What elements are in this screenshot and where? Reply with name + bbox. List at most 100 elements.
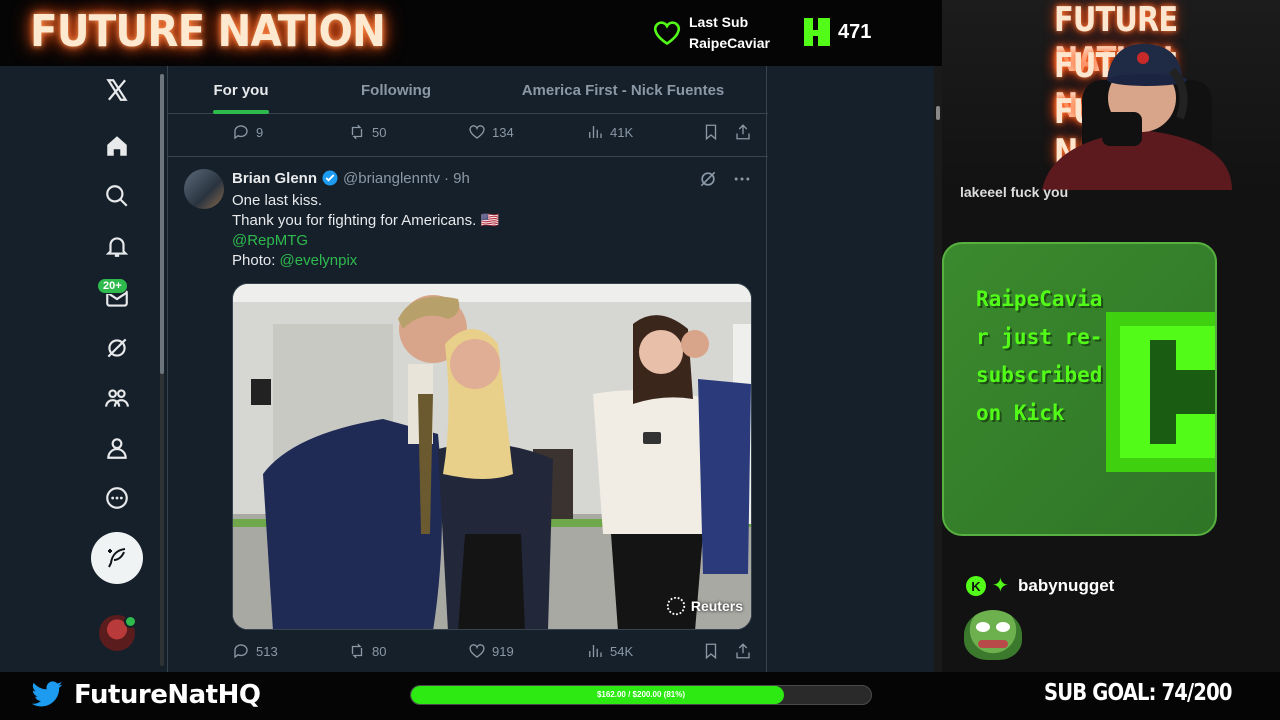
last-sub-label: Last Sub <box>689 14 749 30</box>
tweet-author-avatar[interactable] <box>184 169 224 209</box>
tweet-text-line: Thank you for fighting for Americans. 🇺🇸 <box>232 212 500 229</box>
tweet-author-handle[interactable]: @brianglenntv <box>343 170 440 187</box>
tab-following[interactable]: Following <box>314 66 478 114</box>
donation-goal-label: $162.00 / $200.00 (81%) <box>596 690 686 699</box>
tweet-header: Brian Glenn @brianglenntv · 9h <box>232 169 470 187</box>
reply-count: 9 <box>256 124 264 140</box>
future-nation-logo: FUTURE NATION <box>30 6 386 57</box>
grok-icon[interactable] <box>698 169 718 189</box>
profile-icon[interactable] <box>101 432 133 464</box>
twitter-handle-widget: FutureNatHQ <box>30 680 261 710</box>
tweet-author-name[interactable]: Brian Glenn <box>232 170 317 187</box>
kick-follower-count: 471 <box>838 20 872 43</box>
heart-icon <box>469 125 485 139</box>
timeline: For you Following America First - Nick F… <box>167 66 768 672</box>
verified-badge-icon <box>322 170 338 186</box>
page-scrollbar-thumb[interactable] <box>936 106 940 120</box>
reuters-label: Reuters <box>690 598 743 614</box>
search-icon[interactable] <box>101 180 133 212</box>
more-icon[interactable] <box>101 482 133 514</box>
last-sub-name: RaipeCaviar <box>689 35 770 51</box>
reply-icon <box>234 644 248 659</box>
streamer-figure <box>1042 43 1232 190</box>
timeline-tabs: For you Following America First - Nick F… <box>168 66 768 114</box>
heart-icon <box>469 644 485 658</box>
communities-icon[interactable] <box>101 382 133 414</box>
tab-america-first[interactable]: America First - Nick Fuentes <box>478 66 768 114</box>
views-count: 54K <box>610 643 634 659</box>
like-button[interactable]: 919 <box>468 642 514 660</box>
home-icon[interactable] <box>101 130 133 162</box>
reply-button[interactable]: 513 <box>232 642 278 660</box>
resub-alert: RaipeCaviar just re-subscribed on Kick <box>942 242 1217 536</box>
reuters-watermark: Reuters <box>665 595 743 617</box>
twitter-bird-icon <box>31 681 63 707</box>
repost-button[interactable]: 50 <box>348 123 386 141</box>
account-avatar[interactable] <box>99 615 137 651</box>
more-options-icon[interactable] <box>732 169 752 189</box>
reply-icon <box>234 125 248 140</box>
sub-goal-text: SUB GOAL: 74/200 <box>1044 680 1232 706</box>
tweet-timestamp[interactable]: · 9h <box>444 170 470 187</box>
stream-chat: lakeeel fuck you RaipeCaviar just re-sub… <box>942 184 1280 672</box>
like-count: 919 <box>492 643 514 659</box>
grok-icon[interactable] <box>101 332 133 364</box>
views-button[interactable]: 41K <box>586 123 633 141</box>
stream-bottom-bar: FutureNatHQ $162.00 / $200.00 (81%) SUB … <box>0 672 1280 720</box>
repost-count: 50 <box>372 124 387 140</box>
bookmark-button[interactable] <box>702 123 720 141</box>
notifications-icon[interactable] <box>101 230 133 262</box>
subscriber-badge-icon: ✦ <box>992 575 1009 597</box>
views-count: 41K <box>610 124 634 140</box>
views-button[interactable]: 54K <box>586 642 633 660</box>
x-logo-icon[interactable] <box>101 74 133 106</box>
tweet-photo-illustration <box>233 284 751 629</box>
tweet-mention-link[interactable]: @RepMTG <box>232 231 499 251</box>
webcam-feed: FUTURE NATION FUTURE NATION FUTURE NATIO… <box>942 0 1280 190</box>
bookmark-icon <box>705 643 717 660</box>
compose-post-button[interactable] <box>91 532 143 584</box>
bookmark-icon <box>705 124 717 141</box>
like-button[interactable]: 134 <box>468 123 514 141</box>
prev-tweet-action-bar: 9 50 134 41K <box>232 120 752 144</box>
chat-username[interactable]: babynugget <box>1018 576 1114 596</box>
left-navigation: 20+ <box>0 66 160 672</box>
tweet-text: One last kiss. Thank you for fighting fo… <box>232 191 499 271</box>
views-icon <box>589 645 602 657</box>
heart-icon <box>653 21 681 46</box>
pepe-emote-icon <box>964 610 1022 660</box>
tweet-photo[interactable]: Reuters <box>232 283 752 630</box>
chat-message-previous: lakeeel fuck you <box>960 184 1069 200</box>
tweet-card[interactable]: Brian Glenn @brianglenntv · 9h One last … <box>168 156 768 672</box>
reply-button[interactable]: 9 <box>232 123 263 141</box>
reuters-logo-icon <box>666 596 686 616</box>
photo-credit-link[interactable]: @evelynpix <box>280 252 358 269</box>
reply-count: 513 <box>256 643 278 659</box>
repost-icon <box>351 643 363 659</box>
share-button[interactable] <box>734 123 752 141</box>
sidebar-scrollbar-thumb[interactable] <box>160 74 164 374</box>
photo-label: Photo: <box>232 252 276 269</box>
kick-logo-icon <box>804 18 830 46</box>
twitter-handle: FutureNatHQ <box>74 680 261 710</box>
page-scrollbar[interactable] <box>934 66 942 672</box>
sidebar-scrollbar[interactable] <box>160 74 164 666</box>
share-button[interactable] <box>734 642 752 660</box>
tweet-action-bar: 513 80 919 54K <box>232 639 752 663</box>
resub-alert-text: RaipeCaviar just re-subscribed on Kick <box>976 287 1103 425</box>
tab-for-you[interactable]: For you <box>168 66 314 114</box>
tweet-text-line: One last kiss. <box>232 192 323 209</box>
like-count: 134 <box>492 124 514 140</box>
chat-message: K ✦ babynugget <box>966 576 1114 596</box>
kick-badge-icon: K <box>966 576 986 596</box>
tweet-menu <box>698 169 752 189</box>
share-icon <box>736 643 750 659</box>
kick-follower-widget: 471 <box>804 18 871 46</box>
repost-button[interactable]: 80 <box>348 642 386 660</box>
feather-icon <box>108 548 126 568</box>
stream-top-bar: FUTURE NATION Last Sub RaipeCaviar 471 <box>0 0 942 66</box>
last-sub-widget: Last Sub RaipeCaviar <box>653 12 770 54</box>
share-icon <box>736 124 750 140</box>
bookmark-button[interactable] <box>702 642 720 660</box>
repost-icon <box>351 124 363 140</box>
